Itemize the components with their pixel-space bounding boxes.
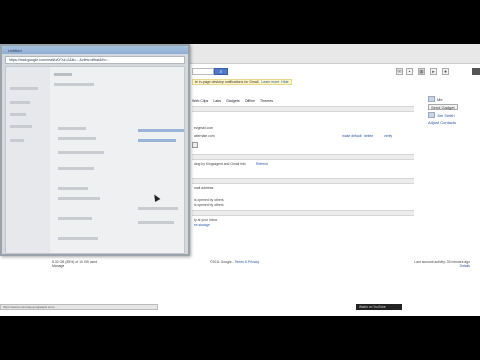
terms-link[interactable]: Terms & Privacy bbox=[235, 260, 260, 264]
copyright-text: ©2011 Google - bbox=[210, 260, 234, 264]
popup-line bbox=[10, 139, 24, 142]
tab-labs[interactable]: Labs bbox=[213, 99, 221, 103]
account-address: ezgmail.com bbox=[194, 126, 214, 130]
youtube-bar[interactable]: Watch on YouTube bbox=[356, 304, 402, 310]
popup-line bbox=[58, 127, 86, 130]
alternate-address: alternate.com bbox=[194, 134, 215, 138]
profile-link[interactable]: Jim Smith bbox=[437, 113, 455, 118]
notification-icon[interactable]: ▪ bbox=[406, 68, 413, 75]
popup-line bbox=[54, 83, 94, 86]
tab-offline[interactable]: Offline bbox=[245, 99, 255, 103]
storage-text: ty at your Inbox bbox=[194, 218, 218, 222]
account-button[interactable] bbox=[472, 68, 480, 75]
popup-line bbox=[10, 101, 30, 104]
popup-line bbox=[58, 167, 94, 170]
add-address-button[interactable] bbox=[192, 142, 198, 148]
popup-line bbox=[58, 187, 88, 190]
popup-line bbox=[58, 237, 98, 240]
details-link[interactable]: Details bbox=[394, 264, 470, 268]
browser-screen: ⌕ ✉ ▪ ▦ ▸ ● te in-page desktop notificat… bbox=[0, 44, 480, 316]
popup-line bbox=[138, 207, 178, 210]
learn-more-link[interactable]: Learn more bbox=[261, 80, 279, 84]
popup-line bbox=[10, 125, 32, 128]
verify-link[interactable]: verify bbox=[384, 134, 392, 138]
popup-line bbox=[58, 217, 92, 220]
popup-line bbox=[138, 139, 176, 142]
hide-link[interactable]: Hide bbox=[281, 80, 288, 84]
mail-address-label: mail address: bbox=[194, 186, 215, 190]
tab-themes[interactable]: Themes bbox=[260, 99, 273, 103]
popup-sidebar bbox=[6, 67, 50, 253]
apps-icon[interactable]: ▦ bbox=[418, 68, 425, 75]
popup-line bbox=[58, 151, 104, 154]
tab-gadgets[interactable]: Gadgets bbox=[226, 99, 240, 103]
refresh-link[interactable]: Refresh bbox=[256, 162, 268, 166]
profile-panel: Me Send Gadget Jim Smith Adjust Contacts bbox=[428, 96, 474, 127]
popup-line bbox=[58, 197, 100, 200]
checking-mail-text: ding by Kingsagent and Gmail info bbox=[194, 162, 246, 166]
profile-icon[interactable]: ● bbox=[442, 68, 449, 75]
popup-line bbox=[10, 87, 38, 90]
status-bar: https://www.rootsmap.googleapis.com/... bbox=[0, 304, 158, 310]
section-divider bbox=[192, 154, 414, 160]
popup-title: Untitled bbox=[2, 46, 188, 54]
delete-link[interactable]: delete bbox=[364, 134, 373, 138]
section-header bbox=[192, 106, 414, 112]
popup-line bbox=[54, 73, 72, 76]
popup-line bbox=[58, 137, 96, 140]
search-icon: ⌕ bbox=[219, 68, 223, 75]
copyright-footer: ©2011 Google - Terms & Privacy bbox=[210, 260, 259, 264]
notification-text: te in-page desktop notifications for Gma… bbox=[195, 80, 260, 84]
activity-footer: Last account activity: 30 minutes ago De… bbox=[394, 260, 470, 268]
storage-link[interactable]: es storage bbox=[194, 223, 210, 227]
popup-window[interactable]: Untitled https://mail.google.com/mail/u/… bbox=[0, 44, 190, 256]
popup-url[interactable]: https://mail.google.com/mail/u/0/?ui=2&i… bbox=[5, 56, 185, 64]
profile-label: Me bbox=[437, 96, 443, 102]
popup-line bbox=[138, 129, 184, 132]
adjust-contacts-link[interactable]: Adjust Contacts bbox=[428, 120, 456, 125]
option-text-2: is opened by others bbox=[194, 203, 224, 207]
popup-body bbox=[5, 66, 185, 254]
section-divider-2 bbox=[192, 178, 414, 184]
manage-link[interactable]: Manage bbox=[52, 264, 97, 268]
option-text-1: is opened by others bbox=[194, 198, 224, 202]
search-input[interactable] bbox=[192, 68, 214, 75]
avatar bbox=[428, 96, 435, 102]
share-icon[interactable]: ▸ bbox=[430, 68, 437, 75]
notification-bar: te in-page desktop notifications for Gma… bbox=[192, 79, 292, 85]
section-divider-3 bbox=[192, 210, 414, 216]
tab-web-clips[interactable]: Web Clips bbox=[192, 99, 208, 103]
popup-line bbox=[10, 113, 26, 116]
search-button[interactable]: ⌕ bbox=[214, 68, 228, 75]
make-default-link[interactable]: make default bbox=[342, 134, 361, 138]
mail-icon[interactable]: ✉ bbox=[396, 68, 403, 75]
send-gadget-button[interactable]: Send Gadget bbox=[428, 104, 458, 110]
storage-footer: 8.32 GB (85%) of 10 GB used Manage bbox=[52, 260, 97, 268]
contact-avatar bbox=[428, 112, 435, 118]
popup-line bbox=[138, 221, 174, 224]
settings-tabs: Web Clips Labs Gadgets Offline Themes bbox=[192, 98, 273, 104]
